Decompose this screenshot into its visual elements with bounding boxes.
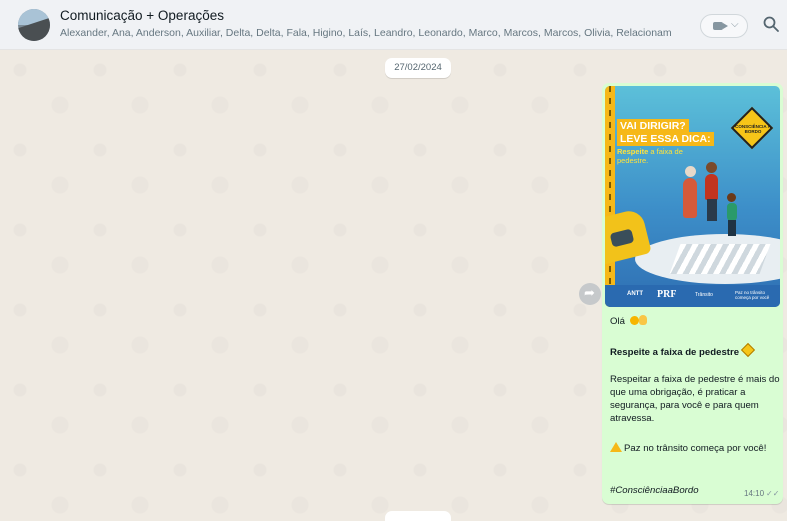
transito-logo: Trânsito xyxy=(695,292,713,298)
video-call-button[interactable]: ⌵ xyxy=(700,14,748,38)
poster-person-legs xyxy=(707,199,717,221)
poster-person-head xyxy=(685,166,696,177)
warning-icon xyxy=(610,442,622,452)
message-body: Respeitar a faixa de pedestre é mais do … xyxy=(610,374,780,424)
forward-button[interactable]: ➦ xyxy=(579,283,601,305)
poster-headline: LEVE ESSA DICA: xyxy=(617,132,714,146)
chevron-down-icon: ⌵ xyxy=(731,19,739,30)
poster-tagline: Paz no trânsito começa por você xyxy=(735,290,770,300)
chat-header[interactable]: Comunicação + Operações Alexander, Ana, … xyxy=(0,0,787,50)
poster-crosswalk xyxy=(669,244,771,274)
warning-text: Paz no trânsito começa por você! xyxy=(624,443,767,454)
poster-person-head xyxy=(706,162,717,173)
antt-logo: ANTT xyxy=(627,291,643,297)
date-separator-partial xyxy=(385,511,451,521)
video-camera-icon xyxy=(713,22,728,30)
greeting-text: Olá xyxy=(610,316,625,327)
poster-person-body xyxy=(705,174,718,200)
poster-child-legs xyxy=(728,220,736,236)
poster-person-body xyxy=(683,178,697,218)
message-timestamp: 14:10 ✓✓ xyxy=(744,489,779,498)
search-icon[interactable] xyxy=(762,15,780,33)
date-separator: 27/02/2024 xyxy=(385,58,451,78)
group-avatar[interactable] xyxy=(18,9,50,41)
heading-text: Respeite a faixa de pedestre xyxy=(610,347,740,358)
message-image[interactable]: VAI DIRIGIR? LEVE ESSA DICA: Respeite a … xyxy=(605,86,780,307)
waving-hand-icon xyxy=(638,315,647,325)
timestamp-text: 14:10 xyxy=(744,489,765,498)
group-title[interactable]: Comunicação + Operações xyxy=(60,8,224,23)
outgoing-message[interactable]: VAI DIRIGIR? LEVE ESSA DICA: Respeite a … xyxy=(602,83,783,504)
message-warning: Paz no trânsito começa por você! xyxy=(610,442,780,455)
poster-headline: VAI DIRIGIR? xyxy=(617,119,689,133)
read-receipt-icon: ✓✓ xyxy=(766,489,780,498)
smiling-face-icon xyxy=(629,316,639,325)
prf-logo: PRF xyxy=(657,289,677,300)
poster-subtitle: Respeite a faixa de pedestre. xyxy=(617,147,697,165)
poster-badge: CONSCIÊNCIA A BORDO xyxy=(735,124,771,134)
message-list[interactable]: 27/02/2024 ➦ VAI DIRIGIR? LEVE ESSA DICA… xyxy=(0,50,787,521)
poster-subtitle-bold: Respeite xyxy=(617,147,649,156)
message-greeting: Olá xyxy=(610,315,780,328)
message-heading: Respeite a faixa de pedestre xyxy=(610,342,780,359)
poster-child-head xyxy=(727,193,736,202)
forward-icon: ➦ xyxy=(584,285,595,300)
pedestrian-sign-icon xyxy=(740,342,756,358)
poster-road-dash xyxy=(609,86,611,307)
group-members[interactable]: Alexander, Ana, Anderson, Auxiliar, Delt… xyxy=(60,27,672,39)
poster-child-body xyxy=(727,203,737,221)
